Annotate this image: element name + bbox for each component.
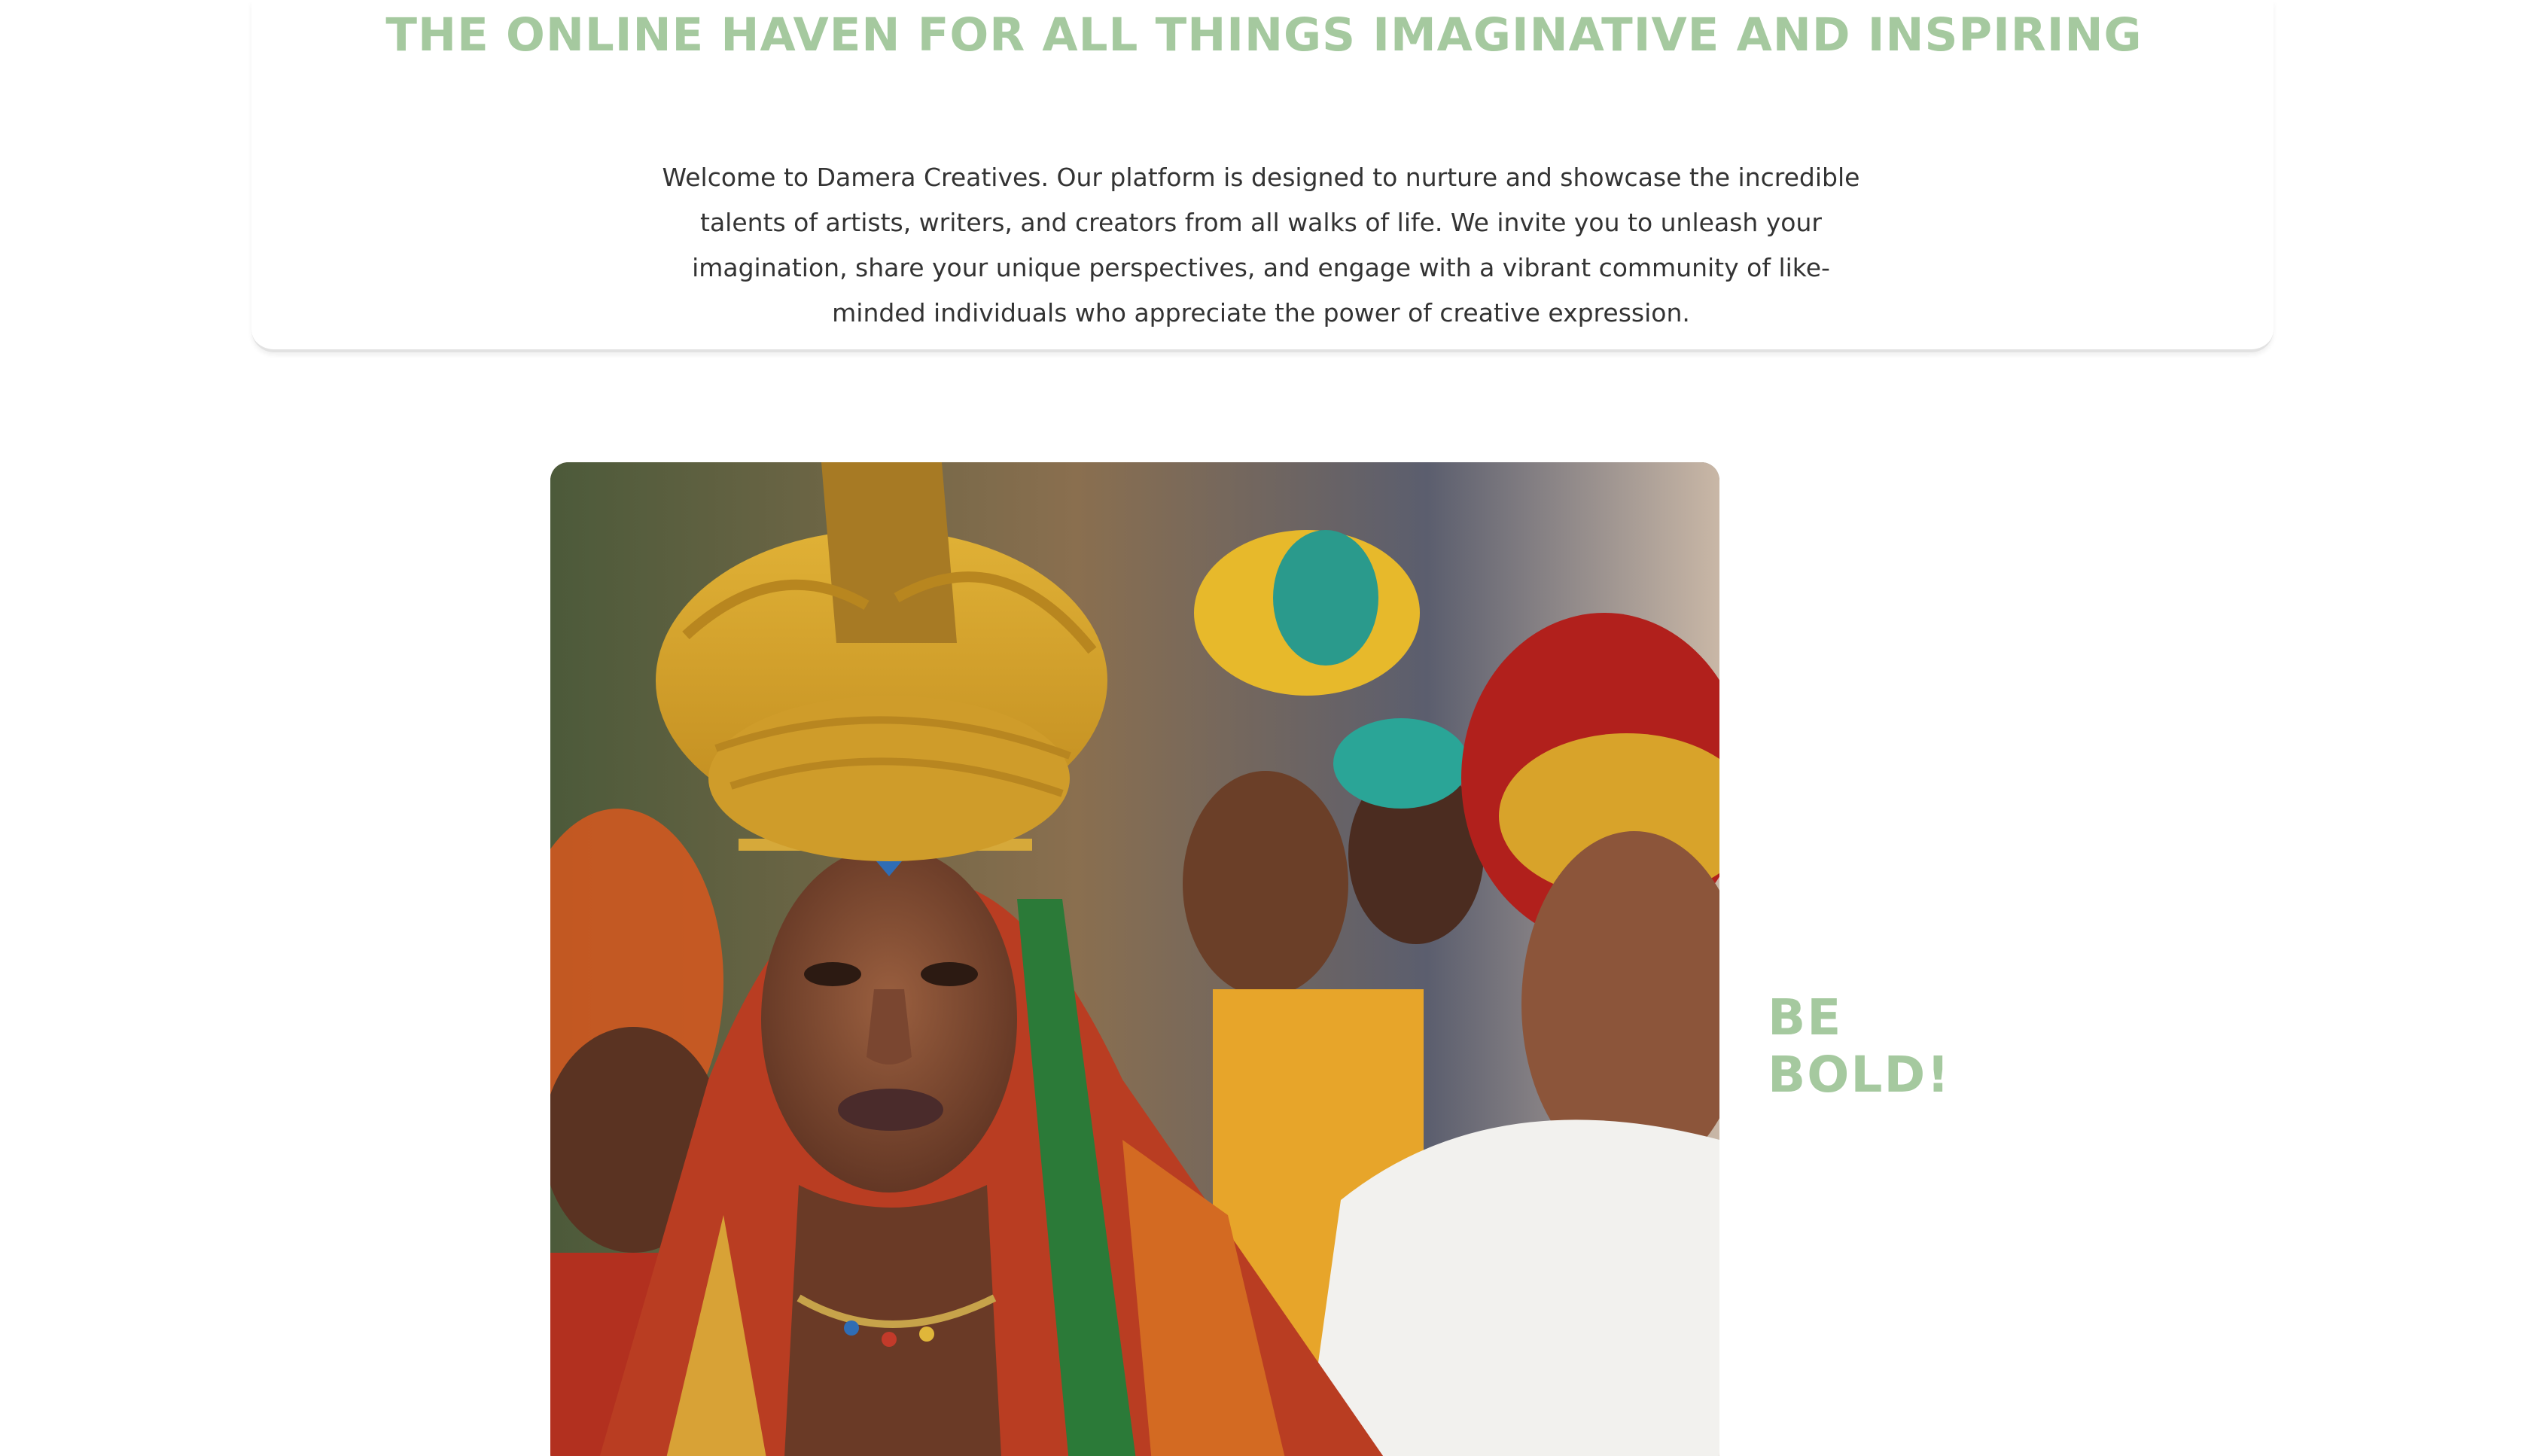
tagline-line-1: BE bbox=[1768, 988, 1843, 1046]
intro-paragraph: Welcome to Damera Creatives. Our platfor… bbox=[662, 163, 1860, 327]
hero-image bbox=[550, 462, 1719, 1456]
tagline-line-2: BOLD! bbox=[1768, 1046, 1951, 1104]
feature-tagline: BE BOLD! bbox=[1768, 989, 1951, 1104]
hero-photo-illustration bbox=[550, 462, 1719, 1456]
